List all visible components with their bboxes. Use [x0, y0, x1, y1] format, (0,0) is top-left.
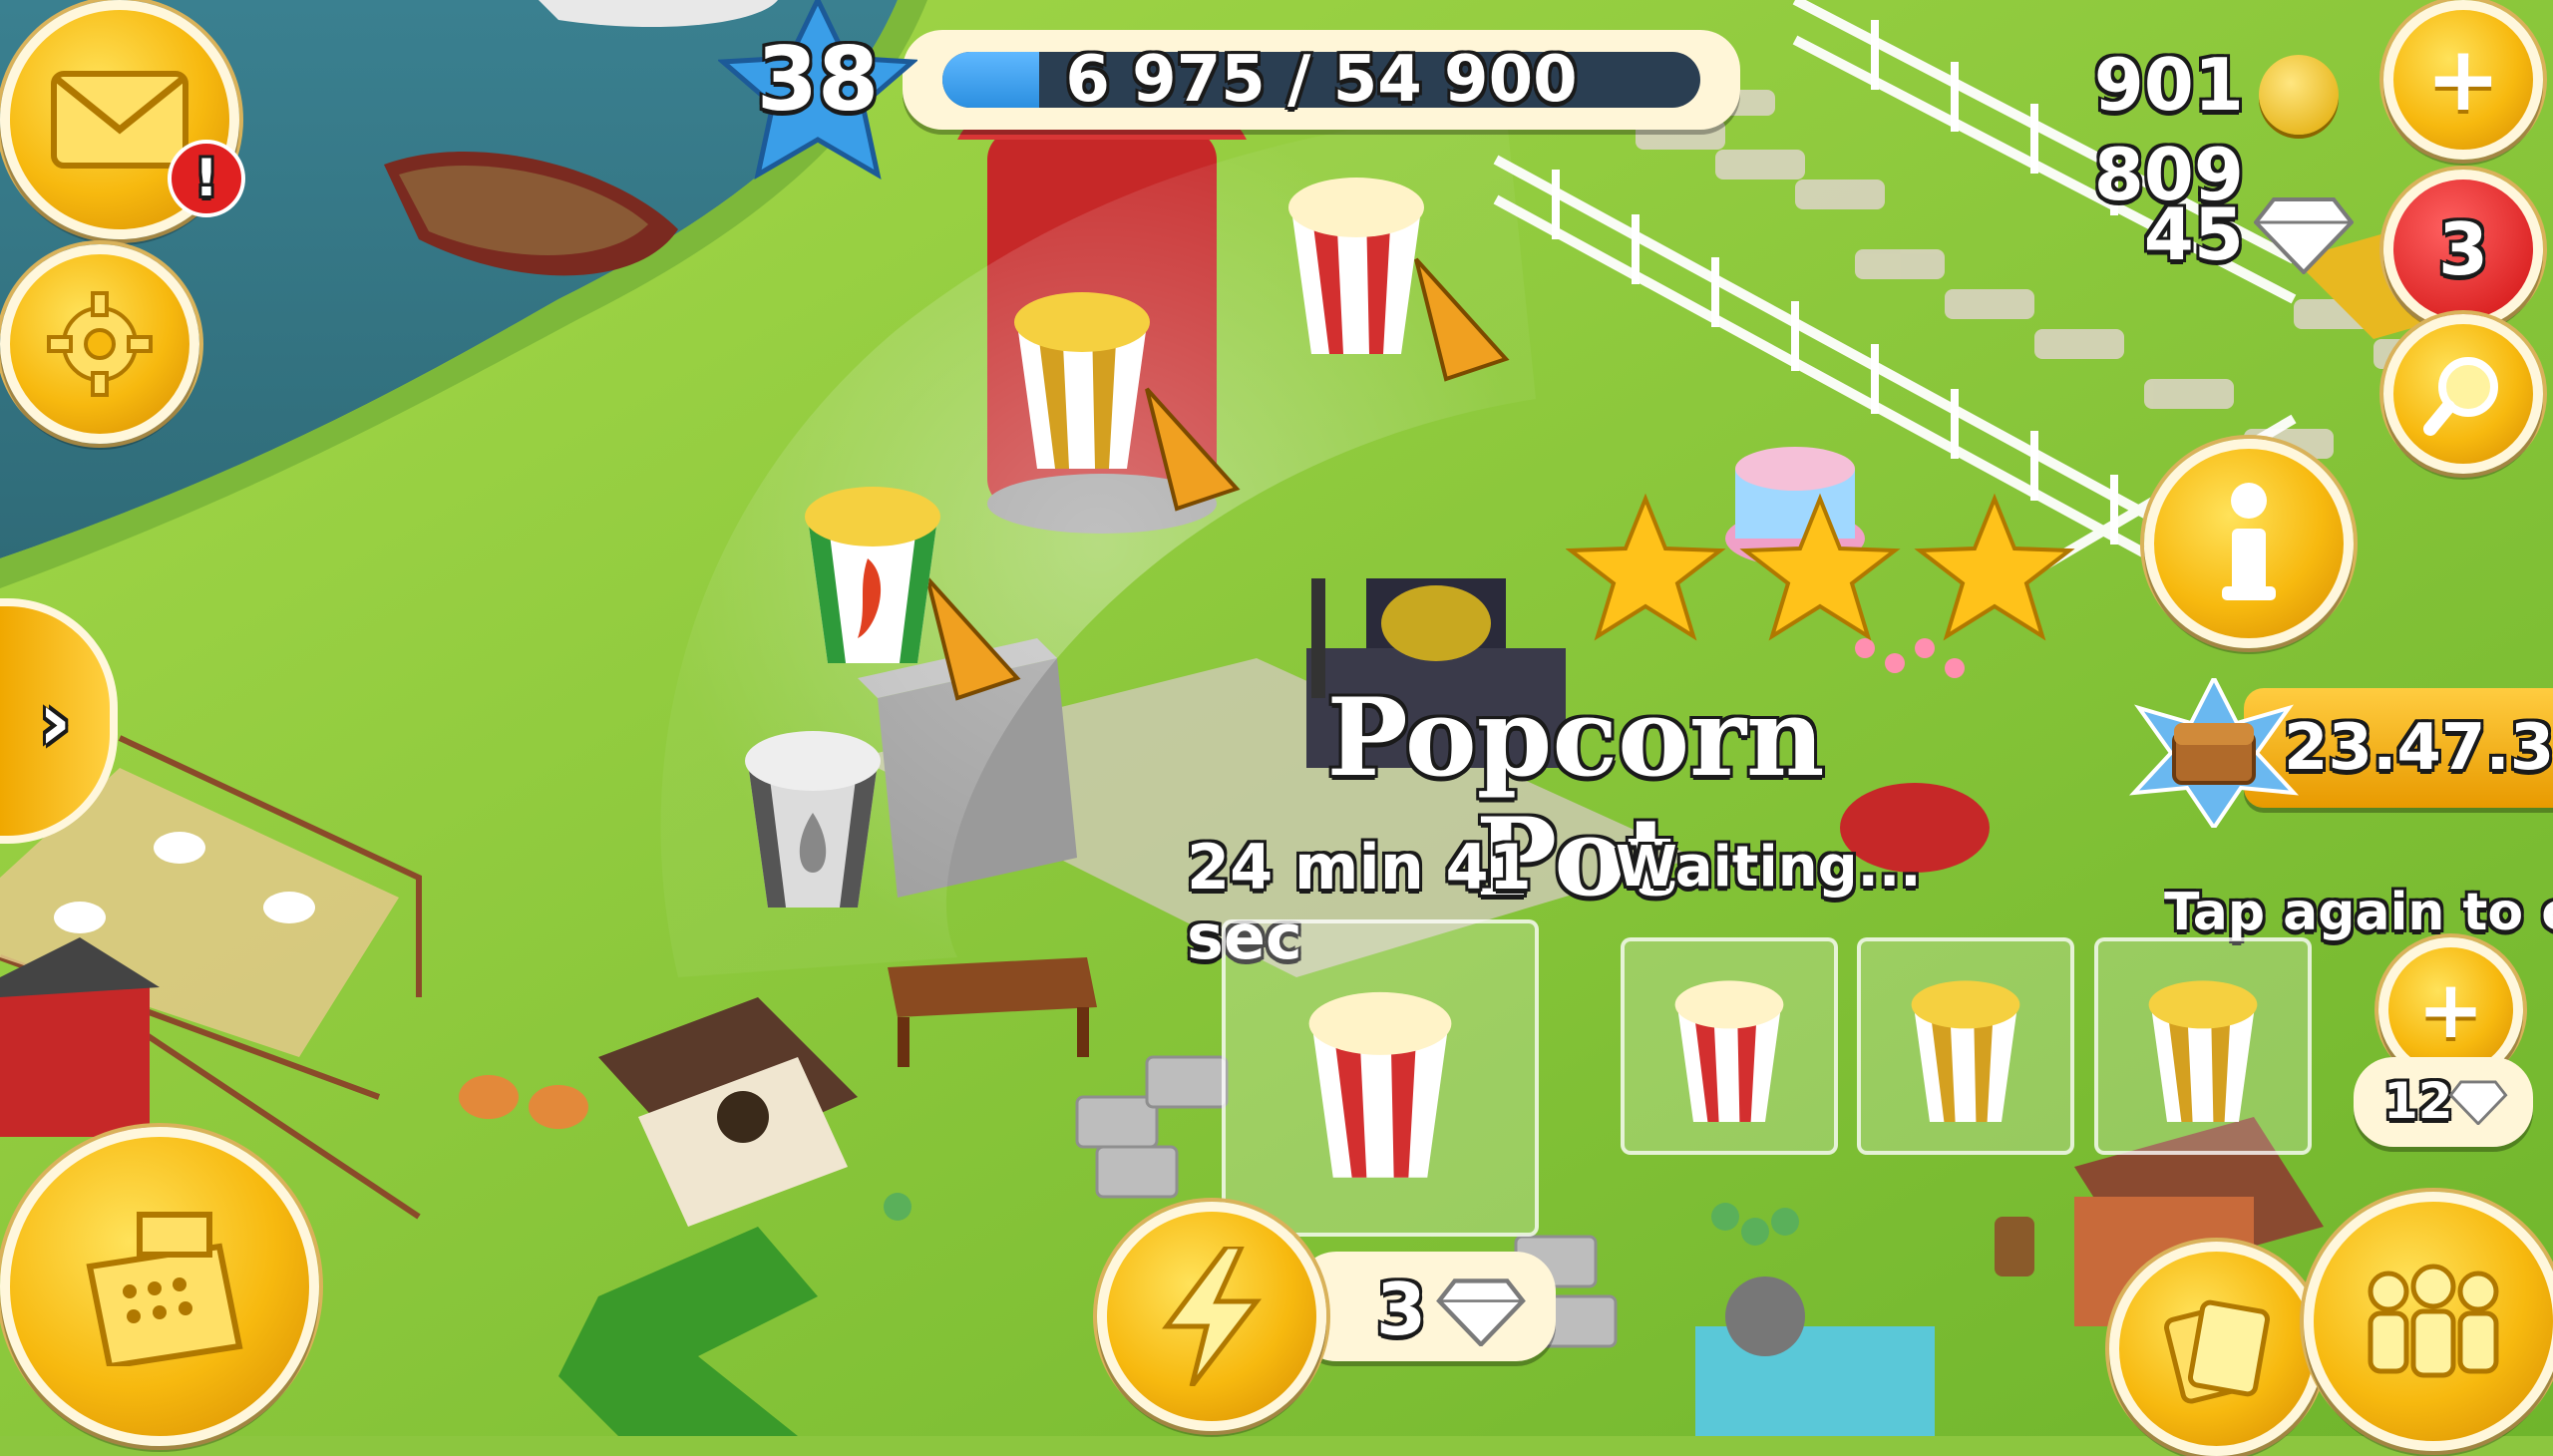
info-icon — [2222, 483, 2276, 600]
star-rating — [1565, 489, 2084, 648]
add-slot-cost[interactable]: 12 — [2354, 1057, 2533, 1147]
cards-button[interactable] — [2109, 1242, 2324, 1456]
diamond-counter: 45 — [2143, 192, 2244, 276]
active-production-slot[interactable] — [1222, 919, 1539, 1237]
salted-popcorn-product-hint — [738, 713, 888, 912]
diamond-icon — [2448, 1080, 2508, 1125]
level-star[interactable]: 38 — [716, 0, 919, 181]
queue-slot-2[interactable] — [1857, 937, 2074, 1155]
shop-button[interactable] — [0, 1127, 319, 1446]
xp-bar[interactable]: 6 975 / 54 900 — [903, 30, 1740, 130]
buy-coins-button[interactable]: + — [2383, 0, 2543, 160]
info-button[interactable] — [2144, 439, 2354, 648]
xp-text: 6 975 / 54 900 — [1065, 43, 1578, 117]
envelope-icon — [51, 71, 188, 169]
popcorn-icon — [1308, 991, 1452, 1178]
cards-icon — [2163, 1299, 2270, 1404]
popcorn-product-hint — [1281, 160, 1431, 359]
people-icon — [2368, 1264, 2499, 1378]
magnifier-icon — [2423, 357, 2498, 436]
event-timer-text: 23.47.36 — [2284, 711, 2553, 785]
lightning-icon — [1162, 1247, 1263, 1386]
plus-icon: + — [2416, 962, 2485, 1056]
queue-slot-1[interactable] — [1621, 937, 1838, 1155]
friends-button[interactable] — [2304, 1192, 2553, 1451]
popcorn-icon — [1674, 980, 1784, 1122]
queue-status: Waiting... — [1616, 835, 1922, 900]
speedup-cost[interactable]: 3 — [1296, 1252, 1556, 1361]
chevron-right-icon: › — [38, 674, 72, 768]
notification-badge[interactable]: 3 — [2383, 170, 2543, 329]
treasure-chest-icon — [2128, 673, 2300, 832]
mail-alert-badge: ! — [168, 140, 245, 217]
add-slot-cost-text: 12 — [2383, 1072, 2453, 1130]
chili-popcorn-product-hint — [798, 469, 947, 668]
level-number: 38 — [756, 28, 880, 131]
settings-button[interactable] — [0, 244, 199, 444]
buttered-popcorn-icon — [1911, 980, 2020, 1122]
notification-count: 3 — [2437, 207, 2489, 291]
speedup-button[interactable] — [1097, 1202, 1326, 1431]
gear-icon — [47, 291, 153, 397]
buttered-popcorn-product-hint — [1007, 274, 1157, 474]
queue-slot-3[interactable] — [2094, 937, 2312, 1155]
cash-register-icon — [86, 1212, 243, 1366]
diamond-icon — [2253, 194, 2355, 275]
buttered-popcorn-icon — [2148, 980, 2258, 1122]
search-button[interactable] — [2383, 314, 2543, 474]
diamond-icon — [1436, 1278, 1526, 1346]
coin-icon — [2259, 55, 2339, 135]
plus-icon: + — [2425, 27, 2501, 132]
speedup-cost-text: 3 — [1376, 1268, 1427, 1351]
